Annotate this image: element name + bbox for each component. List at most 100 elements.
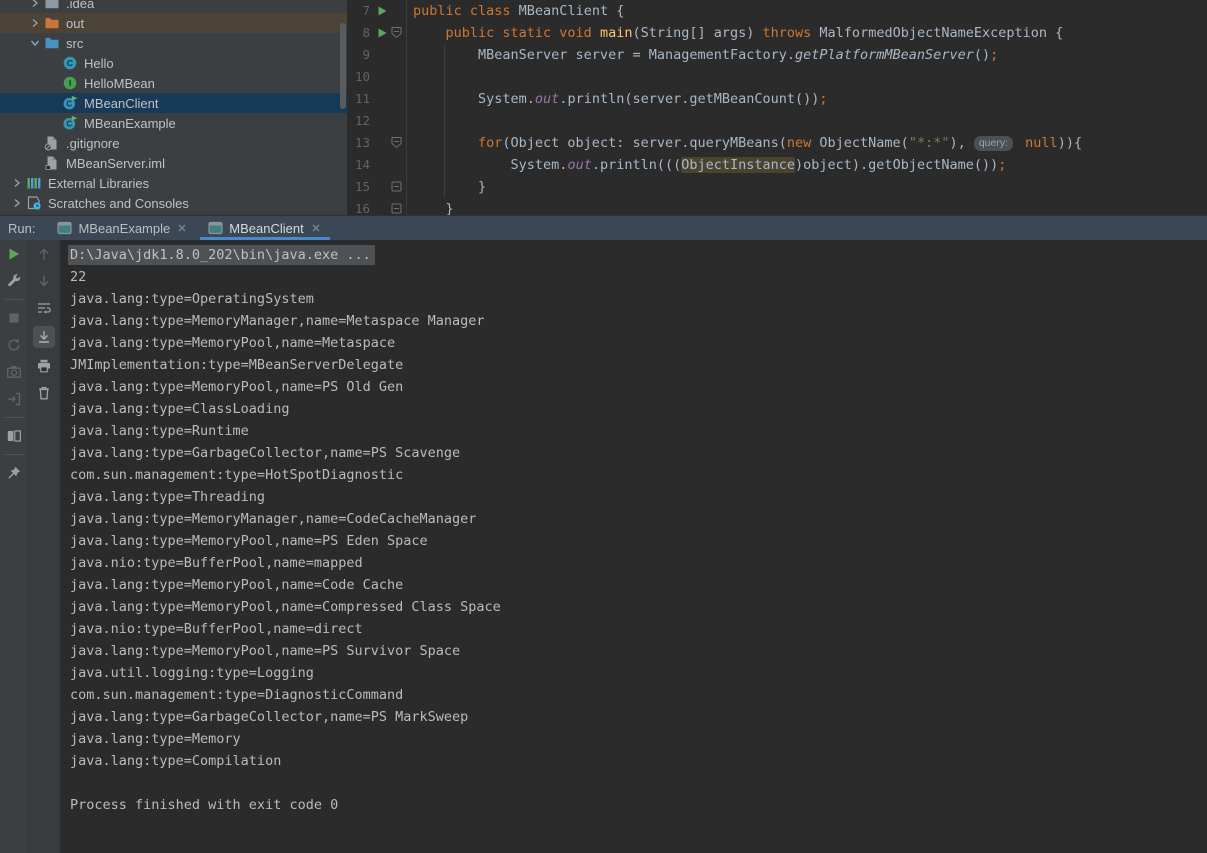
run-tool-window-header: Run: MBeanExample MBeanClient [0, 215, 1207, 240]
tree-item-src[interactable]: src [0, 33, 347, 53]
interface-icon: I [62, 75, 80, 91]
console-line: java.nio:type=BufferPool,name=mapped [70, 555, 363, 571]
chevron-right-icon[interactable] [26, 15, 44, 31]
console-output[interactable]: D:\Java\jdk1.8.0_202\bin\java.exe ... 22 j… [60, 240, 1207, 853]
tree-item-label: Scratches and Consoles [48, 195, 189, 211]
tree-item-external-libraries[interactable]: External Libraries [0, 173, 347, 193]
tree-item-mbeanserver-iml[interactable]: MBeanServer.iml [0, 153, 347, 173]
console-line: java.lang:type=ClassLoading [70, 401, 290, 417]
editor-line-13[interactable]: 13 for(Object object: server.queryMBeans… [348, 132, 1207, 154]
fold-end-icon[interactable] [389, 201, 404, 215]
editor-line-14[interactable]: 14 System.out.println(((ObjectInstance)o… [348, 154, 1207, 176]
line-number: 13 [354, 135, 370, 150]
code-text: public class MBeanClient { [413, 3, 625, 19]
svg-text:C: C [66, 100, 72, 109]
chevron-right-icon[interactable] [26, 0, 44, 11]
restart-icon[interactable] [5, 336, 23, 354]
run-toolbar [0, 240, 27, 853]
close-icon[interactable] [310, 222, 322, 234]
rerun-icon[interactable] [5, 245, 23, 263]
code-text: public static void main(String[] args) t… [445, 25, 1064, 41]
editor-line-8[interactable]: 8 public static void main(String[] args)… [348, 22, 1207, 44]
run-tab-label: MBeanExample [78, 220, 171, 236]
code-editor[interactable]: 7 public class MBeanClient {8 public stat… [348, 0, 1207, 215]
console-line: java.lang:type=Memory [70, 731, 241, 747]
tree-item-mbeanexample[interactable]: C MBeanExample [0, 113, 347, 133]
console-line: Process finished with exit code 0 [70, 797, 339, 813]
file-module-icon [44, 155, 62, 171]
editor-line-11[interactable]: 11 System.out.println(server.getMBeanCou… [348, 88, 1207, 110]
console-line: java.lang:type=MemoryPool,name=Code Cach… [70, 577, 404, 593]
tree-item-label: External Libraries [48, 175, 150, 191]
scroll-to-end-icon[interactable] [33, 326, 55, 348]
editor-line-12[interactable]: 12 [348, 110, 1207, 132]
editor-line-16[interactable]: 16 } [348, 198, 1207, 215]
chevron-right-icon[interactable] [8, 175, 26, 191]
tree-item-label: MBeanExample [84, 115, 176, 131]
folder-source-icon [44, 35, 62, 51]
editor-line-10[interactable]: 10 [348, 66, 1207, 88]
up-icon[interactable] [35, 245, 53, 263]
exit-icon[interactable] [5, 390, 23, 408]
editor-line-15[interactable]: 15 } [348, 176, 1207, 198]
settings-icon[interactable] [5, 272, 23, 290]
console-line: D:\Java\jdk1.8.0_202\bin\java.exe ... [68, 244, 1207, 266]
camera-icon[interactable] [5, 363, 23, 381]
editor-line-7[interactable]: 7 public class MBeanClient { [348, 0, 1207, 22]
console-line: java.util.logging:type=Logging [70, 665, 314, 681]
tree-item-hellombean[interactable]: I HelloMBean [0, 73, 347, 93]
line-number: 10 [354, 69, 370, 84]
soft-wrap-icon[interactable] [35, 299, 53, 317]
console-line: java.lang:type=MemoryPool,name=Metaspace [70, 335, 396, 351]
clear-icon[interactable] [35, 384, 53, 402]
tree-item-label: MBeanClient [84, 95, 159, 111]
stop-icon[interactable] [5, 309, 23, 327]
console-line: java.lang:type=MemoryPool,name=PS Eden S… [70, 533, 428, 549]
toolbar-divider [4, 417, 23, 418]
tree-item-gitignore[interactable]: .gitignore [0, 133, 347, 153]
tree-item-scratches-and-consoles[interactable]: Scratches and Consoles [0, 193, 347, 213]
down-icon[interactable] [35, 272, 53, 290]
run-tabs: MBeanExample MBeanClient [47, 216, 331, 240]
project-tree-scrollbar[interactable] [340, 23, 346, 109]
file-ignored-icon [44, 135, 62, 151]
console-line: java.lang:type=Runtime [70, 423, 249, 439]
run-tab-label: MBeanClient [229, 220, 304, 236]
run-line-icon[interactable] [376, 27, 388, 39]
fold-end-icon[interactable] [389, 179, 404, 194]
code-text: } [413, 201, 454, 215]
tree-item-hello[interactable]: C Hello [0, 53, 347, 73]
run-tab-mbeanexample[interactable]: MBeanExample [47, 216, 198, 240]
console-tab-icon [57, 221, 73, 235]
ide-window: .idea out src C Hello I HelloMBean C MBeanClient… [0, 0, 1207, 853]
editor-line-9[interactable]: 9 MBeanServer server = ManagementFactory… [348, 44, 1207, 66]
tree-item-out[interactable]: out [0, 13, 347, 33]
tree-item-mbeanclient[interactable]: C MBeanClient [0, 93, 347, 113]
run-line-icon[interactable] [376, 5, 388, 17]
svg-text:C: C [66, 120, 72, 129]
console-line: java.nio:type=BufferPool,name=direct [70, 621, 363, 637]
code-text: MBeanServer server = ManagementFactory.g… [413, 47, 999, 63]
pin-icon[interactable] [5, 464, 23, 482]
tree-item-idea[interactable]: .idea [0, 0, 347, 13]
console-toolbar [27, 240, 60, 853]
tree-item-label: .idea [66, 0, 95, 11]
chevron-right-icon[interactable] [8, 195, 26, 211]
editor-lines: 7 public class MBeanClient {8 public stat… [348, 0, 1207, 215]
fold-open-icon[interactable] [389, 135, 404, 150]
console-line: java.lang:type=MemoryPool,name=PS Surviv… [70, 643, 461, 659]
tree-item-label: MBeanServer.iml [66, 155, 165, 171]
run-tab-mbeanclient[interactable]: MBeanClient [198, 216, 331, 240]
layout-icon[interactable] [5, 427, 23, 445]
print-icon[interactable] [35, 357, 53, 375]
toolbar-divider [4, 299, 23, 300]
class-icon: C [62, 55, 80, 71]
close-icon[interactable] [176, 222, 188, 234]
chevron-down-icon[interactable] [26, 35, 44, 51]
console-line: java.lang:type=MemoryManager,name=CodeCa… [70, 511, 477, 527]
fold-open-icon[interactable] [389, 25, 404, 40]
tree-item-label: HelloMBean [84, 75, 155, 91]
